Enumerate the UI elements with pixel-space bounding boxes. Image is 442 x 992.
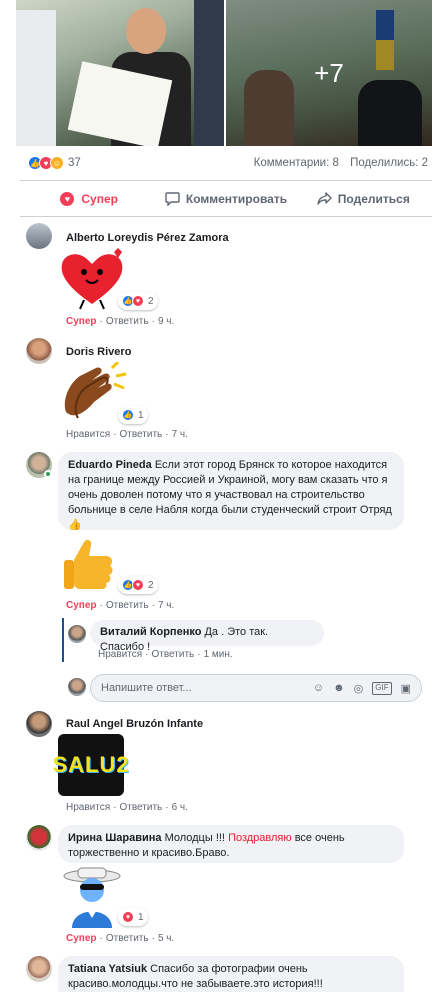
avatar[interactable] <box>26 223 52 249</box>
share-button[interactable]: Поделиться <box>295 192 432 206</box>
reply-author[interactable]: Виталий Корпенко <box>100 626 201 638</box>
comment-bubble: Ирина Шаравина Молодцы !!! Поздравляю вс… <box>58 825 404 863</box>
emoji-icon[interactable]: ☻ <box>333 682 345 695</box>
love-icon: ♥ <box>132 579 144 591</box>
comments-count[interactable]: Комментарии: 8 <box>254 157 339 169</box>
comment-button[interactable]: Комментировать <box>157 192 294 206</box>
care-icon: ☺ <box>50 156 64 170</box>
comment-author[interactable]: Eduardo Pineda <box>68 459 152 471</box>
share-icon <box>317 192 332 205</box>
super-label: Супер <box>81 192 118 206</box>
thread-line <box>62 618 64 662</box>
avatar[interactable] <box>26 956 52 982</box>
comment-react-count: 2 <box>148 579 154 591</box>
cowboy-sticker <box>63 867 121 928</box>
comment-label: Комментировать <box>185 192 288 206</box>
current-user-avatar[interactable] <box>68 678 86 696</box>
shares-count[interactable]: Поделились: 2 <box>350 157 428 169</box>
timestamp[interactable]: 7 ч. <box>172 429 188 440</box>
comment-author[interactable]: Alberto Loreydis Pérez Zamora <box>66 232 229 244</box>
reaction-link[interactable]: Супер <box>66 316 97 327</box>
reply-link[interactable]: Ответить <box>151 649 194 660</box>
reaction-link[interactable]: Супер <box>66 600 97 611</box>
reply-link[interactable]: Ответить <box>106 316 149 327</box>
comment-meta: Супер · Ответить · 9 ч. <box>66 316 175 327</box>
gif-icon[interactable]: GIF <box>372 681 392 695</box>
reply-link[interactable]: Ответить <box>106 933 149 944</box>
timestamp[interactable]: 5 ч. <box>158 933 174 944</box>
heart-icon: ♥ <box>59 191 76 207</box>
comment-author[interactable]: Doris Rivero <box>66 346 131 358</box>
comment-react-count: 1 <box>138 911 144 923</box>
sticker-icon[interactable]: ▣ <box>401 682 411 695</box>
comment-meta: Супер · Ответить · 5 ч. <box>66 933 175 944</box>
timestamp[interactable]: 6 ч. <box>172 802 188 813</box>
avatar[interactable] <box>26 338 52 364</box>
reaction-link[interactable]: Нравится <box>66 429 110 440</box>
comment-reactions[interactable]: 👍 1 <box>118 406 148 424</box>
comment-meta: Нравится · Ответить · 6 ч. <box>66 802 188 813</box>
reply-bubble: Виталий Корпенко Да . Это так. Спасибо ! <box>90 620 324 653</box>
reply-link[interactable]: Ответить <box>119 429 162 440</box>
post-actions: ♥ Супер Комментировать Поделиться <box>20 186 432 212</box>
love-icon: ♥ <box>132 295 144 307</box>
camera-icon[interactable]: ◎ <box>354 682 364 695</box>
sticker-text: SALU2 <box>52 752 130 777</box>
comment-react-count: 1 <box>138 409 144 421</box>
divider <box>20 216 432 217</box>
more-photos-count: +7 <box>314 57 344 88</box>
thumbs-up-sticker <box>64 539 113 590</box>
divider <box>20 180 432 181</box>
photo-main[interactable] <box>16 0 224 146</box>
timestamp[interactable]: 7 ч. <box>158 600 174 611</box>
reply-input[interactable]: Напишите ответ... ☺ ☻ ◎ GIF ▣ <box>90 674 422 702</box>
avatar[interactable] <box>26 711 52 737</box>
post-photos: +7 <box>16 0 432 146</box>
reply-meta: Нравится · Ответить · 1 мин. <box>98 649 233 660</box>
online-status-icon <box>44 470 52 478</box>
comment-reactions[interactable]: 👍 ♥ 2 <box>118 292 158 310</box>
reply-input-placeholder: Напишите ответ... <box>101 682 192 694</box>
like-icon: 👍 <box>122 409 134 421</box>
timestamp[interactable]: 9 ч. <box>158 316 174 327</box>
reaction-link[interactable]: Супер <box>66 933 97 944</box>
comment-bubble: Tatiana Yatsiuk Спасибо за фотографии оч… <box>58 956 404 992</box>
reply-link[interactable]: Ответить <box>119 802 162 813</box>
comment-author[interactable]: Tatiana Yatsiuk <box>68 963 147 975</box>
reaction-link[interactable]: Нравится <box>98 649 142 660</box>
comment-icon <box>165 192 180 206</box>
comment-bubble: Eduardo Pineda Если этот город Брянск то… <box>58 452 404 531</box>
comment-author[interactable]: Ирина Шаравина <box>68 832 162 844</box>
comment-author[interactable]: Raul Angel Bruzón Infante <box>66 718 203 730</box>
thumbs-up-emoji: 👍 <box>68 519 82 531</box>
super-button[interactable]: ♥ Супер <box>20 191 157 207</box>
reply-link[interactable]: Ответить <box>106 600 149 611</box>
avatar-sticker-icon[interactable]: ☺ <box>313 682 324 695</box>
comment-reactions[interactable]: 👍 ♥ 2 <box>118 576 158 594</box>
comment-meta: Супер · Ответить · 7 ч. <box>66 600 175 611</box>
comment-reactions[interactable]: ♥ 1 <box>118 908 148 926</box>
reactions-summary: 👍 ♥ ☺ 37 Комментарии: 8 Поделились: 2 <box>28 154 428 172</box>
hashtag-link[interactable]: Поздравляю <box>228 832 292 844</box>
timestamp[interactable]: 1 мин. <box>204 649 233 660</box>
reaction-link[interactable]: Нравится <box>66 802 110 813</box>
share-label: Поделиться <box>337 192 410 206</box>
avatar[interactable] <box>26 825 52 851</box>
photo-more[interactable]: +7 <box>226 0 432 146</box>
salu2-sticker: SALU2 <box>52 734 129 796</box>
avatar[interactable] <box>68 625 86 643</box>
love-icon: ♥ <box>122 911 134 923</box>
comment-meta: Нравится · Ответить · 7 ч. <box>66 429 188 440</box>
comment-text-start: Молодцы !!! <box>164 832 225 844</box>
reaction-count[interactable]: 37 <box>68 157 81 169</box>
comment-react-count: 2 <box>148 295 154 307</box>
